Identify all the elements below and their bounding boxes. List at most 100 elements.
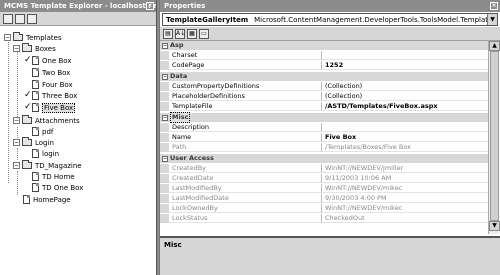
property-row-name[interactable]: Name Five Box [160,133,488,142]
property-name: Name [169,133,322,142]
tree-node-templates[interactable]: − Templates [4,32,62,43]
scroll-down-icon[interactable]: ▼ [489,221,500,231]
property-value[interactable]: (Collection) [322,92,488,101]
category-row-asp[interactable]: − Asp [160,41,488,50]
tree-node-td-magazine[interactable]: − TD_Magazine [13,160,82,171]
folder-icon [22,43,32,52]
tree-node-five-box[interactable]: ✓ Five Box [24,102,76,113]
tree-node-two-box[interactable]: Two Box [32,67,70,78]
tree-node-boxes[interactable]: − Boxes [13,43,56,54]
property-row-template-file[interactable]: TemplateFile /ASTD/Templates/FiveBox.asp… [160,102,488,111]
tree-connector [17,171,18,195]
property-name: Charset [169,51,322,60]
template-icon [32,127,39,136]
category-row-misc[interactable]: − Misc [160,112,488,123]
tree-node-homepage[interactable]: HomePage [23,194,71,205]
tree-connector [17,148,18,160]
tree-label: Two Box [42,68,71,77]
property-value[interactable]: (Collection) [322,82,488,91]
collapse-icon[interactable]: − [13,117,20,124]
property-row-charset[interactable]: Charset [160,51,488,60]
property-value[interactable]: Five Box [322,133,488,142]
tree-label: Attachments [35,116,80,125]
scroll-up-icon[interactable]: ▲ [489,41,500,51]
property-name: CreatedDate [169,174,322,183]
property-row-lock-owned-by[interactable]: LockOwnedBy WinNT://NEWDEV/mikec [160,204,488,213]
chevron-down-icon[interactable]: ▼ [487,14,497,25]
property-pages-icon[interactable]: ▭ [199,29,209,39]
property-grid-scrollbar[interactable]: ▲ ▼ [488,41,500,234]
property-row-codepage[interactable]: CodePage 1252 [160,61,488,70]
collapse-icon[interactable]: − [13,139,20,146]
collapse-icon[interactable]: − [162,73,168,80]
scroll-thumb[interactable] [490,51,499,221]
collapse-icon[interactable]: − [13,162,20,169]
category-label: Asp [170,41,184,49]
template-icon [23,195,30,204]
tree-node-login-folder[interactable]: − Login [13,137,54,148]
description-title: Misc [164,241,182,249]
property-row-last-modified-by[interactable]: LastModifiedBy WinNT://NEWDEV/mikec [160,184,488,193]
tree-node-three-box[interactable]: ✓ Three Box [24,90,77,101]
property-row-created-by[interactable]: CreatedBy WinNT://NEWDEV/jmiller [160,164,488,173]
collapse-icon[interactable]: − [162,155,168,162]
property-row-lock-status[interactable]: LockStatus CheckedOut [160,214,488,223]
explorer-title-bar: MCMS Template Explorer - localhost : mik… [0,0,156,12]
properties-icon[interactable]: ▦ [187,29,197,39]
collapse-icon[interactable]: − [4,34,11,41]
checked-out-icon: ✓ [24,55,32,65]
property-value: CheckedOut [322,214,488,223]
new-template-icon[interactable] [27,14,37,24]
folder-icon [13,32,23,41]
template-icon [32,103,39,112]
tree-node-one-box[interactable]: ✓ One Box [24,55,72,66]
property-value: WinNT://NEWDEV/mikec [322,184,488,193]
property-name: PlaceholderDefinitions [169,92,322,101]
property-name: CustomPropertyDefinitions [169,82,322,91]
selected-object-name: TemplateGalleryItem [166,15,249,24]
property-row-created-date[interactable]: CreatedDate 9/11/2003 10:06 AM [160,174,488,183]
tree-node-attachments[interactable]: − Attachments [13,115,80,126]
tree-label: TD One Box [42,183,84,192]
tree-label: Four Box [42,80,73,89]
category-row-user-access[interactable]: − User Access [160,154,488,163]
tree-label: HomePage [33,195,71,204]
property-row-last-modified-date[interactable]: LastModifiedDate 9/30/2003 4:00 PM [160,194,488,203]
tree-node-login[interactable]: login [32,148,59,159]
folder-icon [22,115,32,124]
alphabetical-icon[interactable]: A↓ [175,29,185,39]
property-row-path[interactable]: Path /Templates/Boxes/Five Box [160,143,488,152]
refresh-icon[interactable] [3,14,13,24]
tree-node-pdf[interactable]: pdf [32,126,53,137]
tree-label: Login [35,138,54,147]
property-value[interactable]: /ASTD/Templates/FiveBox.aspx [322,102,488,111]
tree-node-four-box[interactable]: Four Box [32,79,73,90]
template-icon [32,56,39,65]
object-selector[interactable]: TemplateGalleryItem Microsoft.ContentMan… [162,13,498,26]
property-value[interactable]: 1252 [322,61,488,70]
collapse-icon[interactable]: − [162,114,168,121]
close-icon[interactable]: × [490,2,498,10]
collapse-icon[interactable]: − [162,42,168,49]
property-row-placeholder-defs[interactable]: PlaceholderDefinitions (Collection) [160,92,488,101]
tree-node-td-one-box[interactable]: TD One Box [32,182,83,193]
tree-label: Three Box [42,91,78,100]
collapse-icon[interactable]: − [13,45,20,52]
property-row-description[interactable]: Description [160,123,488,132]
property-name: TemplateFile [169,102,322,111]
category-label: User Access [170,154,214,162]
property-name: LastModifiedDate [169,194,322,203]
tree-node-td-home[interactable]: TD Home [32,171,75,182]
property-value: /Templates/Boxes/Five Box [322,143,488,152]
property-row-custom-props[interactable]: CustomPropertyDefinitions (Collection) [160,82,488,91]
properties-title-bar: Properties × [160,0,500,12]
property-value[interactable] [322,123,488,132]
categorized-icon[interactable]: ▤ [163,29,173,39]
properties-pane: Properties × TemplateGalleryItem Microso… [159,0,500,275]
template-icon [32,68,39,77]
new-folder-icon[interactable] [15,14,25,24]
category-row-data[interactable]: − Data [160,72,488,81]
property-value[interactable] [322,51,488,60]
close-icon[interactable]: × [146,2,154,10]
property-name: LockStatus [169,214,322,223]
